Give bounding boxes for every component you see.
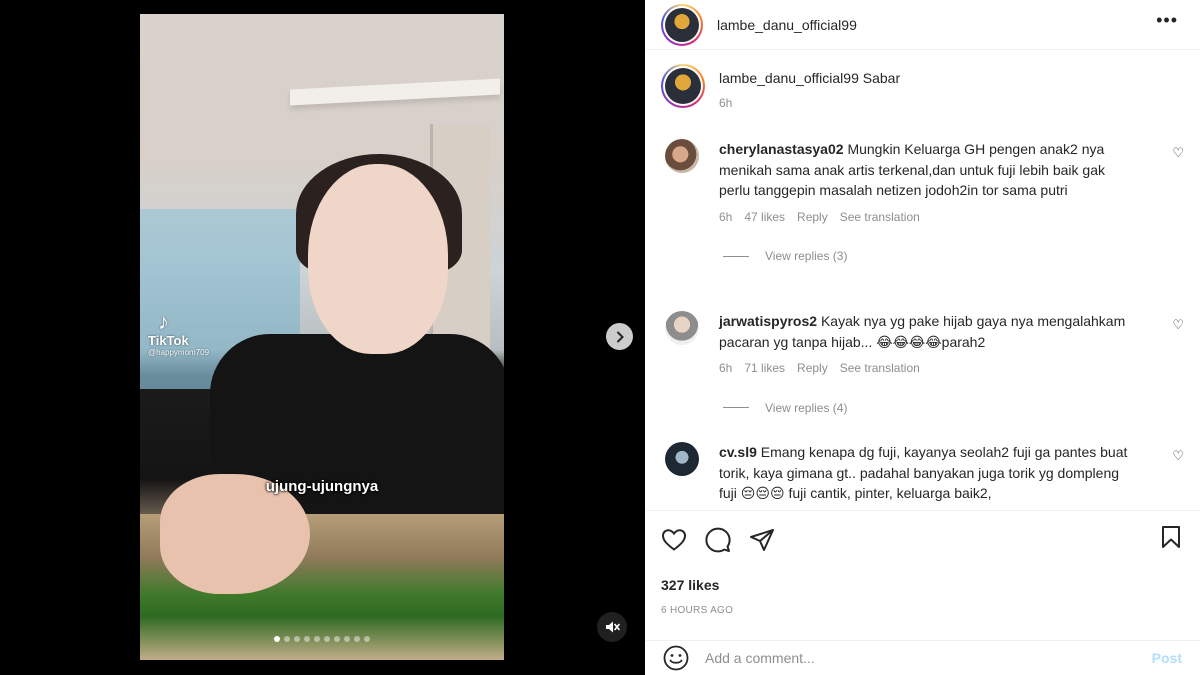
view-replies-label: View replies (4) <box>765 400 848 415</box>
view-replies-button[interactable]: View replies (3) <box>723 249 1181 263</box>
header-avatar[interactable] <box>661 3 703 46</box>
comment-likes[interactable]: 71 likes <box>744 358 785 379</box>
bookmark-icon[interactable] <box>1160 525 1182 549</box>
action-icons-row <box>661 523 1184 557</box>
mute-button[interactable] <box>597 612 627 642</box>
video-caption-overlay: ujung-ujungnya <box>265 478 379 495</box>
post-comment-button[interactable]: Post <box>1152 650 1182 666</box>
comment-username[interactable]: jarwatispyros2 <box>719 313 817 329</box>
see-translation-button[interactable]: See translation <box>840 358 920 379</box>
carousel-dot <box>304 636 310 642</box>
reel-video[interactable]: ♪ TikTok @happymom709 ujung-ujungnya <box>140 14 504 660</box>
carousel-dot <box>364 636 370 642</box>
commenter-avatar[interactable] <box>665 311 699 345</box>
comments-list[interactable]: lambe_danu_official99 Sabar 6h cherylana… <box>645 50 1200 510</box>
carousel-dot <box>284 636 290 642</box>
reply-button[interactable]: Reply <box>797 358 828 379</box>
video-background-beam <box>290 78 500 106</box>
likes-count[interactable]: 327 likes <box>661 577 1184 593</box>
caption-text-block: lambe_danu_official99 Sabar 6h <box>719 64 900 110</box>
replies-line-divider <box>723 255 749 257</box>
comment-time: 6h <box>719 361 733 375</box>
post-actions: 327 likes 6 HOURS AGO <box>645 510 1200 616</box>
carousel-indicator <box>140 636 504 642</box>
carousel-dot <box>314 636 320 642</box>
more-horizontal-icon[interactable]: ••• <box>1156 10 1178 31</box>
tiktok-logo-icon: ♪ <box>158 309 169 334</box>
comment-heart-icon[interactable]: ♡ <box>1172 448 1184 464</box>
avatar-image <box>665 7 699 42</box>
chevron-right-icon <box>616 331 624 342</box>
comment-heart-icon[interactable]: ♡ <box>1172 145 1184 161</box>
speaker-muted-icon <box>606 621 620 633</box>
view-replies-button[interactable]: View replies (4) <box>723 401 1181 415</box>
comment-likes[interactable]: 47 likes <box>744 207 785 228</box>
carousel-dot <box>324 636 330 642</box>
next-slide-button[interactable] <box>606 323 633 350</box>
comment-item: cherylanastasya02 Mungkin Keluarga GH pe… <box>661 139 1184 263</box>
commenter-avatar[interactable] <box>665 139 699 173</box>
comment-heart-icon[interactable]: ♡ <box>1172 317 1184 333</box>
comment-item: cv.sl9 Emang kenapa dg fuji, kayanya seo… <box>661 442 1184 504</box>
carousel-dot <box>274 636 280 642</box>
comment-time: 6h <box>719 209 733 224</box>
heart-icon[interactable] <box>661 528 687 552</box>
see-translation-button[interactable]: See translation <box>840 207 920 228</box>
replies-line-divider <box>723 407 749 408</box>
carousel-dot <box>354 636 360 642</box>
avatar-image <box>665 68 701 104</box>
caption-avatar[interactable] <box>661 64 705 108</box>
header-username[interactable]: lambe_danu_official99 <box>717 17 857 33</box>
comment-body: jarwatispyros2 Kayak nya yg pake hijab g… <box>719 311 1139 379</box>
paper-plane-icon[interactable] <box>749 528 775 552</box>
caption-username[interactable]: lambe_danu_official99 <box>719 70 859 86</box>
comment-meta: 6h 47 likes Reply See translation <box>719 207 1139 228</box>
media-viewer: ♪ TikTok @happymom709 ujung-ujungnya <box>0 0 645 675</box>
comment-bubble-icon[interactable] <box>705 527 731 553</box>
comment-username[interactable]: cherylanastasya02 <box>719 141 844 157</box>
caption-time: 6h <box>719 96 733 110</box>
tiktok-brand: TikTok <box>148 333 189 348</box>
comment-body: cherylanastasya02 Mungkin Keluarga GH pe… <box>719 139 1139 227</box>
post-header: lambe_danu_official99 ••• <box>645 0 1200 50</box>
commenter-avatar[interactable] <box>665 442 699 476</box>
carousel-dot <box>294 636 300 642</box>
comment-input[interactable] <box>705 650 1125 666</box>
caption-text: Sabar <box>862 70 901 86</box>
comment-username[interactable]: cv.sl9 <box>719 444 757 460</box>
comment-text: Emang kenapa dg fuji, kayanya seolah2 fu… <box>719 444 1128 501</box>
view-replies-label: View replies (3) <box>765 249 848 263</box>
smiley-icon[interactable] <box>663 645 689 671</box>
carousel-dot <box>334 636 340 642</box>
post-caption: lambe_danu_official99 Sabar 6h <box>661 64 900 110</box>
video-person-face <box>308 164 448 354</box>
comment-body: cv.sl9 Emang kenapa dg fuji, kayanya seo… <box>719 442 1139 504</box>
add-comment-bar: Post <box>645 640 1200 675</box>
tiktok-watermark: ♪ TikTok @happymom709 <box>148 309 210 358</box>
comment-meta: 6h 71 likes Reply See translation <box>719 358 1139 379</box>
tiktok-handle: @happymom709 <box>148 348 210 357</box>
carousel-dot <box>344 636 350 642</box>
post-side-panel: lambe_danu_official99 ••• lambe_danu_off… <box>645 0 1200 675</box>
reply-button[interactable]: Reply <box>797 207 828 228</box>
post-timestamp: 6 HOURS AGO <box>661 605 734 616</box>
comment-item: jarwatispyros2 Kayak nya yg pake hijab g… <box>661 311 1184 415</box>
